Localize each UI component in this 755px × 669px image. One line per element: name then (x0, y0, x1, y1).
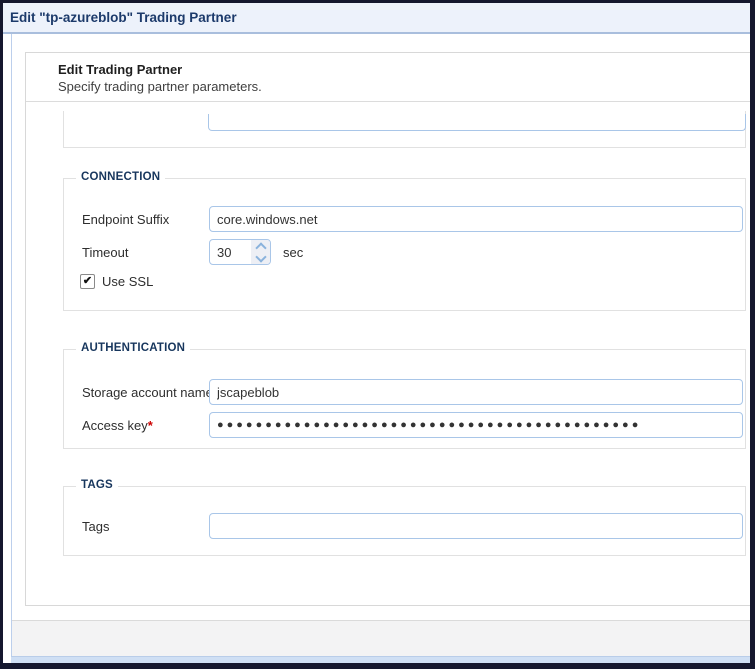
timeout-label: Timeout (82, 245, 209, 260)
edit-trading-partner-panel: Edit Trading Partner Specify trading par… (25, 52, 755, 606)
endpoint-suffix-label: Endpoint Suffix (82, 212, 209, 227)
fieldset-authentication: AUTHENTICATION Storage account name* Acc… (63, 349, 746, 449)
storage-account-label: Storage account name* (82, 385, 209, 400)
access-key-row: Access key* (82, 412, 743, 438)
fieldset-tags: TAGS Tags (63, 486, 746, 556)
tags-label: Tags (82, 519, 209, 534)
timeout-value[interactable]: 30 (210, 240, 251, 264)
endpoint-suffix-row: Endpoint Suffix (82, 206, 743, 232)
panel-subheading: Specify trading partner parameters. (58, 79, 262, 94)
chevron-down-icon (255, 251, 266, 262)
use-ssl-row: ✔ Use SSL (80, 273, 153, 289)
required-marker: * (148, 418, 153, 433)
dialog-bottom-edge (11, 656, 755, 664)
edit-trading-partner-window: Edit "tp-azureblob" Trading Partner Edit… (0, 0, 755, 669)
checkmark-icon: ✔ (83, 276, 92, 287)
fieldset-connection: CONNECTION Endpoint Suffix Timeout 30 (63, 178, 746, 311)
endpoint-suffix-input[interactable] (209, 206, 743, 232)
use-ssl-checkbox[interactable]: ✔ (80, 274, 95, 289)
timeout-down-button[interactable] (251, 252, 270, 264)
use-ssl-label: Use SSL (102, 274, 153, 289)
dialog-footer (12, 620, 755, 657)
authentication-legend: AUTHENTICATION (76, 342, 190, 354)
dialog-border (11, 34, 12, 663)
tags-row: Tags (82, 513, 743, 539)
window-titlebar: Edit "tp-azureblob" Trading Partner (0, 0, 755, 34)
timeout-stepper[interactable]: 30 (209, 239, 271, 265)
panel-divider (26, 101, 754, 102)
access-key-input[interactable] (209, 412, 743, 438)
access-key-label: Access key* (82, 418, 209, 433)
connection-legend: CONNECTION (76, 171, 165, 183)
tags-legend: TAGS (76, 479, 118, 491)
timeout-unit-label: sec (283, 245, 303, 260)
partial-input-fragment[interactable] (208, 114, 746, 131)
storage-account-input[interactable] (209, 379, 743, 405)
storage-account-row: Storage account name* (82, 379, 743, 405)
tags-input[interactable] (209, 513, 743, 539)
timeout-row: Timeout 30 sec (82, 239, 743, 265)
window-title: Edit "tp-azureblob" Trading Partner (10, 8, 237, 25)
panel-heading: Edit Trading Partner (58, 62, 182, 77)
timeout-stepper-buttons (251, 240, 270, 264)
